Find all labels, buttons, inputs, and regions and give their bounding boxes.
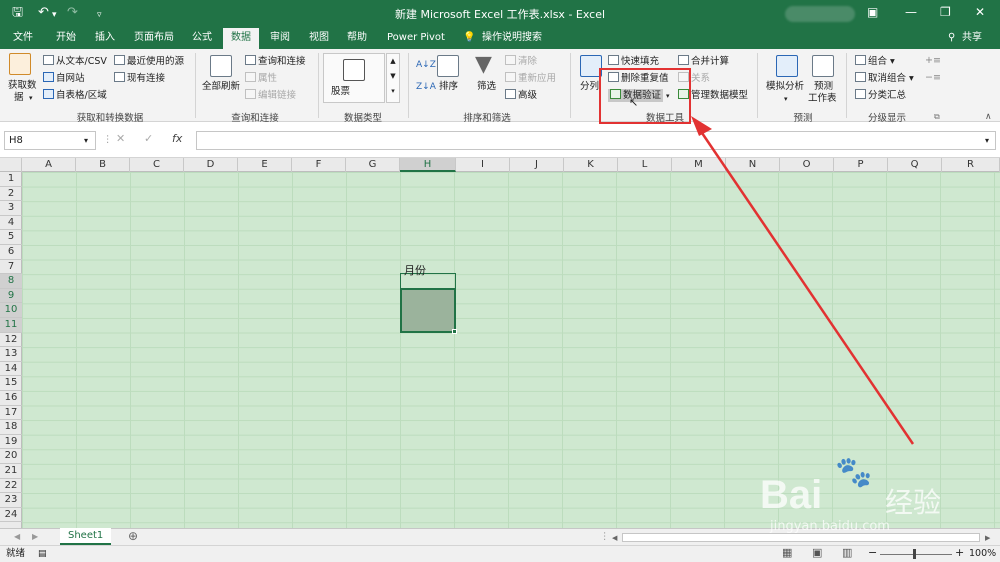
watermark-url: jingyan.baidu.com (770, 519, 890, 534)
watermark-brand-suffix: 经验 (885, 486, 942, 519)
watermark-brand: Bai (760, 473, 823, 517)
baidu-watermark: Bai 🐾 经验 jingyan.baidu.com (760, 455, 990, 545)
baidu-paw-icon: 🐾 (835, 455, 873, 490)
